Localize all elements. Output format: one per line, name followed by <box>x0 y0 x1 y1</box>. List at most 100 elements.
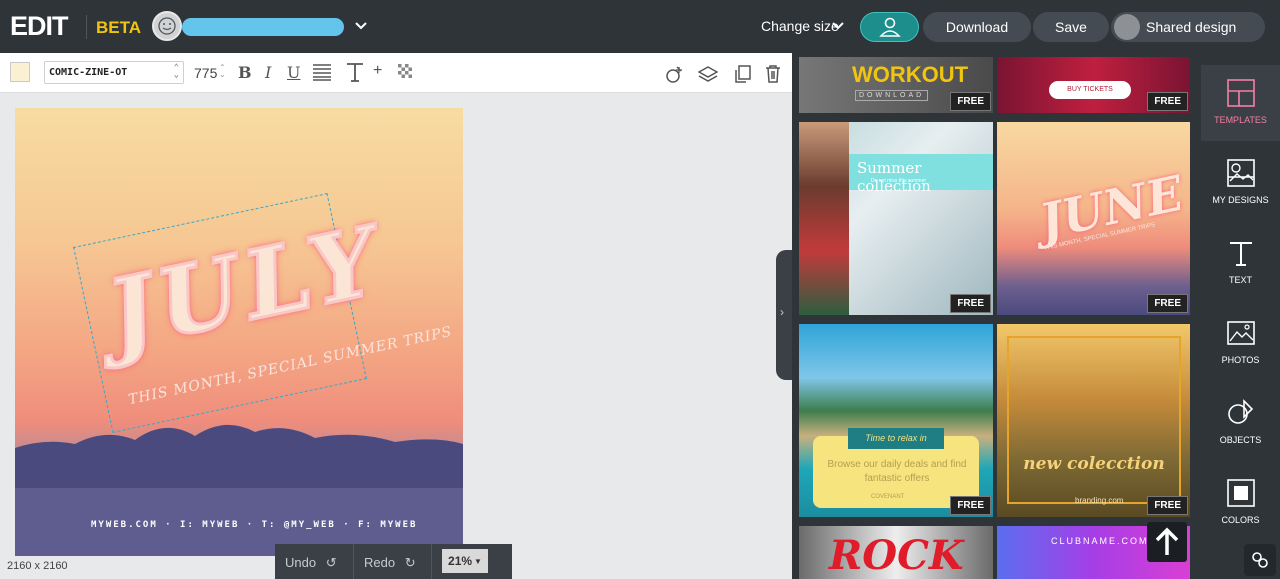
templates-icon <box>1227 79 1255 107</box>
template-card[interactable]: new colecction branding.com FREE <box>997 324 1190 517</box>
template-card[interactable]: JUNE THIS MONTH, SPECIAL SUMMER TRIPS FR… <box>997 122 1190 315</box>
shared-avatar <box>1114 14 1140 40</box>
template-title: Time to relax in <box>848 428 944 449</box>
redo-label: Redo <box>364 555 396 570</box>
canvas-dimensions: 2160 x 2160 <box>7 560 68 572</box>
zoom-select[interactable]: 21% ▼ <box>442 549 488 573</box>
zoom-value: 21% <box>448 554 473 568</box>
user-icon <box>878 17 901 37</box>
chevron-right-icon: › <box>780 305 784 319</box>
duplicate-icon[interactable] <box>734 64 752 84</box>
caret-down-icon: ▼ <box>474 556 482 566</box>
align-icon[interactable] <box>312 63 332 81</box>
text-size-icon[interactable] <box>345 61 365 83</box>
template-subtitle: DOWNLOAD <box>855 90 929 101</box>
nav-text[interactable]: TEXT <box>1201 225 1280 301</box>
top-bar: EDIT BETA Change size Download Save Shar… <box>0 0 1280 53</box>
template-frame <box>1007 336 1181 504</box>
cloud-silhouette <box>15 424 463 556</box>
nav-label: MY DESIGNS <box>1212 195 1269 205</box>
divider <box>353 544 354 579</box>
text-icon <box>1230 242 1252 266</box>
template-title: CLUBNAME.COM <box>1051 536 1149 546</box>
redo-icon: ↻ <box>404 555 416 570</box>
nav-templates[interactable]: TEMPLATES <box>1201 65 1280 141</box>
smiley-icon <box>158 17 176 35</box>
divider <box>431 544 432 579</box>
template-card[interactable]: Summer collection Do not miss this summe… <box>799 122 993 315</box>
font-size-value[interactable]: 775 <box>194 65 217 81</box>
user-avatar[interactable] <box>152 11 182 41</box>
template-card[interactable]: Time to relax in Browse our daily deals … <box>799 324 993 517</box>
plus-icon[interactable]: + <box>373 62 382 80</box>
nav-label: TEMPLATES <box>1214 115 1267 125</box>
redo-button[interactable]: Redo ↻ <box>364 555 416 571</box>
font-family-stepper-icon: ⌃ ⌄ <box>173 63 179 80</box>
objects-icon <box>1228 399 1254 424</box>
free-badge: FREE <box>1147 496 1188 515</box>
save-button[interactable]: Save <box>1033 12 1109 42</box>
chevron-down-icon[interactable] <box>354 18 368 32</box>
trash-icon[interactable] <box>764 64 782 84</box>
nav-label: PHOTOS <box>1221 355 1260 365</box>
app-logo[interactable]: EDIT <box>10 11 69 42</box>
template-title: WORKOUT <box>852 62 969 87</box>
nav-objects[interactable]: OBJECTS <box>1201 385 1280 461</box>
download-button[interactable]: Download <box>923 12 1031 42</box>
free-badge: FREE <box>950 496 991 515</box>
nav-label: TEXT <box>1228 275 1252 285</box>
nav-colors[interactable]: COLORS <box>1201 465 1280 541</box>
color-swatch[interactable] <box>10 62 30 82</box>
shared-design-label: Shared design <box>1146 19 1237 35</box>
nav-photos[interactable]: PHOTOS <box>1201 305 1280 381</box>
italic-icon[interactable]: I <box>265 63 271 82</box>
translate-button[interactable] <box>1244 544 1276 576</box>
history-bar: Undo ↺ Redo ↻ 21% ▼ <box>275 544 512 579</box>
design-name-field[interactable] <box>182 18 344 36</box>
chevron-down-icon[interactable] <box>831 20 845 32</box>
free-badge: FREE <box>1147 294 1188 313</box>
link-icon <box>1252 552 1268 568</box>
logo-divider <box>86 15 87 39</box>
photos-icon <box>1227 321 1255 345</box>
template-button: BUY TICKETS <box>1049 81 1131 99</box>
template-card[interactable]: WORKOUT DOWNLOAD FREE <box>799 57 993 113</box>
beta-badge: BETA <box>96 18 142 37</box>
effects-icon[interactable] <box>665 65 685 85</box>
scroll-to-top-button[interactable] <box>1147 522 1187 562</box>
nav-label: COLORS <box>1221 515 1260 525</box>
footer-text[interactable]: MYWEB.COM · I: MYWEB · T: @MY_WEB · F: M… <box>91 520 417 530</box>
templates-panel: WORKOUT DOWNLOAD FREE BUY TICKETS FREE S… <box>792 53 1201 579</box>
font-family-value: COMIC-ZINE-OT <box>49 67 128 78</box>
template-brand: COVENANT <box>871 494 905 500</box>
shared-design-button[interactable]: Shared design <box>1111 12 1265 42</box>
template-card[interactable]: ROCK <box>799 526 993 579</box>
template-title: ROCK <box>829 532 964 579</box>
bold-icon[interactable]: B <box>238 63 252 82</box>
side-navigation: TEMPLATES MY DESIGNS TEXT PHOTOS OBJECTS… <box>1201 53 1280 579</box>
template-subtitle: Do not miss this summer <box>871 178 927 184</box>
free-badge: FREE <box>950 294 991 313</box>
layers-icon[interactable] <box>698 65 718 85</box>
colors-icon <box>1227 479 1255 507</box>
text-toolbar: COMIC-ZINE-OT ⌃ ⌄ 775 ⌃ ⌄ B I U + <box>0 53 792 93</box>
template-brand: branding.com <box>1075 496 1124 505</box>
free-badge: FREE <box>950 92 991 111</box>
nav-label: OBJECTS <box>1219 435 1262 445</box>
font-size-stepper-icon[interactable]: ⌃ ⌄ <box>219 64 226 79</box>
template-title: new colecction <box>1023 454 1165 474</box>
transparency-icon[interactable] <box>398 64 412 78</box>
template-photo-strip <box>799 122 849 315</box>
undo-label: Undo <box>285 555 317 570</box>
design-canvas[interactable]: JULY THIS MONTH, SPECIAL SUMMER TRIPS MY… <box>15 108 463 556</box>
template-title: Summer collection <box>857 159 931 195</box>
underline-icon[interactable]: U <box>287 63 300 82</box>
template-card[interactable]: BUY TICKETS FREE <box>997 57 1190 113</box>
undo-icon: ↺ <box>325 555 337 570</box>
change-size-menu[interactable]: Change size <box>761 18 839 34</box>
nav-my-designs[interactable]: MY DESIGNS <box>1201 145 1280 221</box>
undo-button[interactable]: Undo ↺ <box>285 555 337 571</box>
font-family-select[interactable]: COMIC-ZINE-OT ⌃ ⌄ <box>44 61 184 84</box>
share-button[interactable] <box>860 12 919 42</box>
my-designs-icon <box>1227 159 1255 187</box>
